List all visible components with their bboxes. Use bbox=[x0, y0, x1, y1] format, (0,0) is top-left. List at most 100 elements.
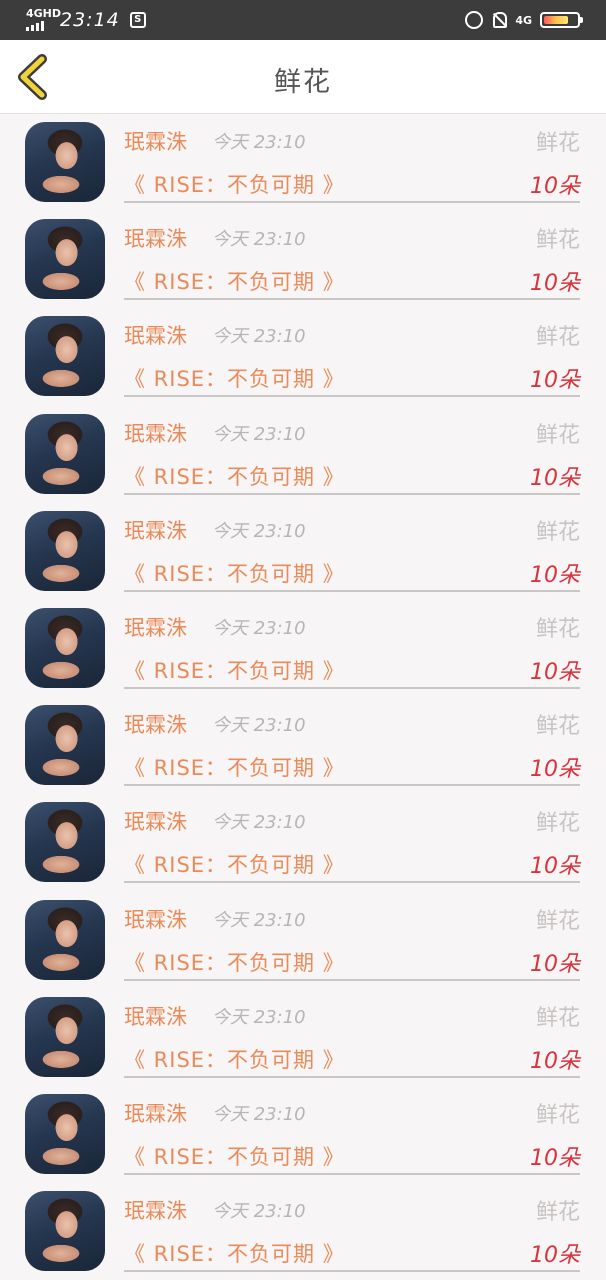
list-item[interactable]: 珉霖洙 今天 23:10 鲜花《 RISE：不负可期 》 10朵 bbox=[0, 406, 606, 503]
gift-type-label: 鲜花 bbox=[535, 422, 580, 448]
divider bbox=[124, 1172, 580, 1175]
list-item[interactable]: 珉霖洙 今天 23:10 鲜花《 RISE：不负可期 》 10朵 bbox=[0, 892, 606, 989]
gift-count: 10朵 bbox=[530, 1048, 580, 1074]
user-name[interactable]: 珉霖洙 bbox=[124, 515, 187, 545]
avatar[interactable] bbox=[25, 899, 105, 980]
gift-type-label: 鲜花 bbox=[535, 811, 580, 837]
song-title[interactable]: 《 RISE：不负可期 》 bbox=[124, 752, 345, 782]
user-name[interactable]: 珉霖洙 bbox=[124, 709, 187, 739]
avatar[interactable] bbox=[25, 219, 105, 300]
timestamp: 今天 23:10 bbox=[212, 617, 306, 639]
avatar[interactable] bbox=[25, 413, 105, 494]
gift-count: 10朵 bbox=[530, 562, 580, 588]
divider bbox=[124, 978, 580, 981]
user-name[interactable]: 珉霖洙 bbox=[124, 320, 187, 350]
status-bar-left: 4GHD 23:14 S bbox=[26, 8, 146, 32]
avatar[interactable] bbox=[25, 1191, 105, 1272]
timestamp: 今天 23:10 bbox=[212, 1201, 306, 1223]
app-notification-icon: S bbox=[129, 12, 146, 28]
avatar[interactable] bbox=[25, 122, 105, 202]
list-item[interactable]: 珉霖洙 今天 23:10 鲜花《 RISE：不负可期 》 10朵 bbox=[0, 114, 606, 211]
gift-count: 10朵 bbox=[530, 1145, 580, 1171]
gift-count: 10朵 bbox=[530, 174, 580, 199]
song-title[interactable]: 《 RISE：不负可期 》 bbox=[124, 1238, 345, 1268]
user-name[interactable]: 珉霖洙 bbox=[124, 1195, 187, 1225]
gift-type-label: 鲜花 bbox=[535, 616, 580, 642]
list-item[interactable]: 珉霖洙 今天 23:10 鲜花《 RISE：不负可期 》 10朵 bbox=[0, 697, 606, 794]
timestamp: 今天 23:10 bbox=[212, 1103, 306, 1125]
user-name[interactable]: 珉霖洙 bbox=[124, 223, 187, 253]
gift-type-label: 鲜花 bbox=[535, 1200, 580, 1226]
list-item[interactable]: 珉霖洙 今天 23:10 鲜花《 RISE：不负可期 》 10朵 bbox=[0, 1086, 606, 1183]
timestamp: 今天 23:10 bbox=[212, 229, 306, 251]
user-name[interactable]: 珉霖洙 bbox=[124, 806, 187, 836]
song-title[interactable]: 《 RISE：不负可期 》 bbox=[124, 363, 345, 393]
status-bar: 4GHD 23:14 S 4G bbox=[0, 0, 606, 40]
song-title[interactable]: 《 RISE：不负可期 》 bbox=[124, 266, 345, 296]
network-type-label: 4GHD bbox=[26, 7, 62, 20]
signal-icon: 4GHD bbox=[26, 8, 61, 31]
divider bbox=[124, 298, 580, 301]
page-title: 鲜花 bbox=[274, 67, 332, 98]
song-title[interactable]: 《 RISE：不负可期 》 bbox=[124, 849, 345, 879]
song-title[interactable]: 《 RISE：不负可期 》 bbox=[124, 1141, 345, 1171]
avatar[interactable] bbox=[25, 316, 105, 397]
avatar[interactable] bbox=[25, 996, 105, 1077]
gift-count: 10朵 bbox=[530, 659, 580, 685]
song-title[interactable]: 《 RISE：不负可期 》 bbox=[124, 947, 345, 977]
list-item[interactable]: 珉霖洙 今天 23:10 鲜花《 RISE：不负可期 》 10朵 bbox=[0, 989, 606, 1086]
timestamp: 今天 23:10 bbox=[212, 132, 306, 153]
mute-bell-icon bbox=[491, 11, 508, 29]
gift-count: 10朵 bbox=[530, 368, 580, 394]
gift-type-label: 鲜花 bbox=[535, 908, 580, 934]
song-title[interactable]: 《 RISE：不负可期 》 bbox=[124, 558, 345, 588]
divider bbox=[124, 201, 580, 203]
user-name[interactable]: 珉霖洙 bbox=[124, 612, 187, 642]
divider bbox=[124, 395, 580, 398]
list-item[interactable]: 珉霖洙 今天 23:10 鲜花《 RISE：不负可期 》 10朵 bbox=[0, 308, 606, 405]
avatar[interactable] bbox=[25, 705, 105, 786]
status-bar-right: 4G bbox=[465, 8, 583, 32]
gift-type-label: 鲜花 bbox=[535, 325, 580, 351]
avatar[interactable] bbox=[25, 1093, 105, 1174]
gift-count: 10朵 bbox=[530, 271, 580, 297]
user-name[interactable]: 珉霖洙 bbox=[124, 126, 187, 156]
gift-count: 10朵 bbox=[530, 1243, 580, 1269]
timestamp: 今天 23:10 bbox=[212, 520, 306, 542]
divider bbox=[124, 589, 580, 592]
user-name[interactable]: 珉霖洙 bbox=[124, 904, 187, 934]
divider bbox=[124, 1270, 580, 1273]
list-item[interactable]: 珉霖洙 今天 23:10 鲜花《 RISE：不负可期 》 10朵 bbox=[0, 600, 606, 697]
user-name[interactable]: 珉霖洙 bbox=[124, 418, 187, 448]
list-item[interactable]: 珉霖洙 今天 23:10 鲜花《 RISE：不负可期 》 10朵 bbox=[0, 1183, 606, 1280]
avatar[interactable] bbox=[25, 802, 105, 883]
song-title[interactable]: 《 RISE：不负可期 》 bbox=[124, 655, 345, 685]
avatar[interactable] bbox=[25, 607, 105, 688]
divider bbox=[124, 1075, 580, 1078]
gift-count: 10朵 bbox=[530, 951, 580, 977]
gift-type-label: 鲜花 bbox=[535, 131, 580, 156]
user-name[interactable]: 珉霖洙 bbox=[124, 1098, 187, 1128]
song-title[interactable]: 《 RISE：不负可期 》 bbox=[124, 1044, 345, 1074]
song-title[interactable]: 《 RISE：不负可期 》 bbox=[124, 461, 345, 491]
avatar[interactable] bbox=[25, 510, 105, 591]
gift-type-label: 鲜花 bbox=[535, 519, 580, 545]
timestamp: 今天 23:10 bbox=[212, 909, 306, 931]
divider bbox=[124, 784, 580, 787]
gift-type-label: 鲜花 bbox=[535, 1005, 580, 1031]
timestamp: 今天 23:10 bbox=[212, 1006, 306, 1028]
network-4g-label: 4G bbox=[515, 13, 532, 27]
timestamp: 今天 23:10 bbox=[212, 423, 306, 445]
divider bbox=[124, 686, 580, 689]
list-item[interactable]: 珉霖洙 今天 23:10 鲜花《 RISE：不负可期 》 10朵 bbox=[0, 503, 606, 600]
timestamp: 今天 23:10 bbox=[212, 326, 306, 348]
list-item[interactable]: 珉霖洙 今天 23:10 鲜花《 RISE：不负可期 》 10朵 bbox=[0, 794, 606, 891]
user-name[interactable]: 珉霖洙 bbox=[124, 1001, 187, 1031]
alarm-icon bbox=[465, 11, 484, 29]
list-item[interactable]: 珉霖洙 今天 23:10 鲜花《 RISE：不负可期 》 10朵 bbox=[0, 211, 606, 308]
clock: 23:14 bbox=[60, 9, 120, 31]
gift-count: 10朵 bbox=[530, 757, 580, 783]
gift-type-label: 鲜花 bbox=[535, 714, 580, 740]
gift-type-label: 鲜花 bbox=[535, 1102, 580, 1128]
song-title[interactable]: 《 RISE：不负可期 》 bbox=[124, 169, 345, 199]
